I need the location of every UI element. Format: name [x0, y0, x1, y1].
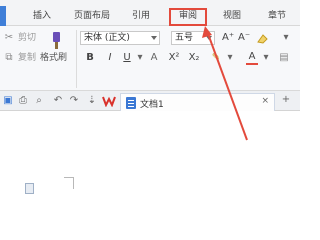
- annotation-arrow: [202, 26, 248, 141]
